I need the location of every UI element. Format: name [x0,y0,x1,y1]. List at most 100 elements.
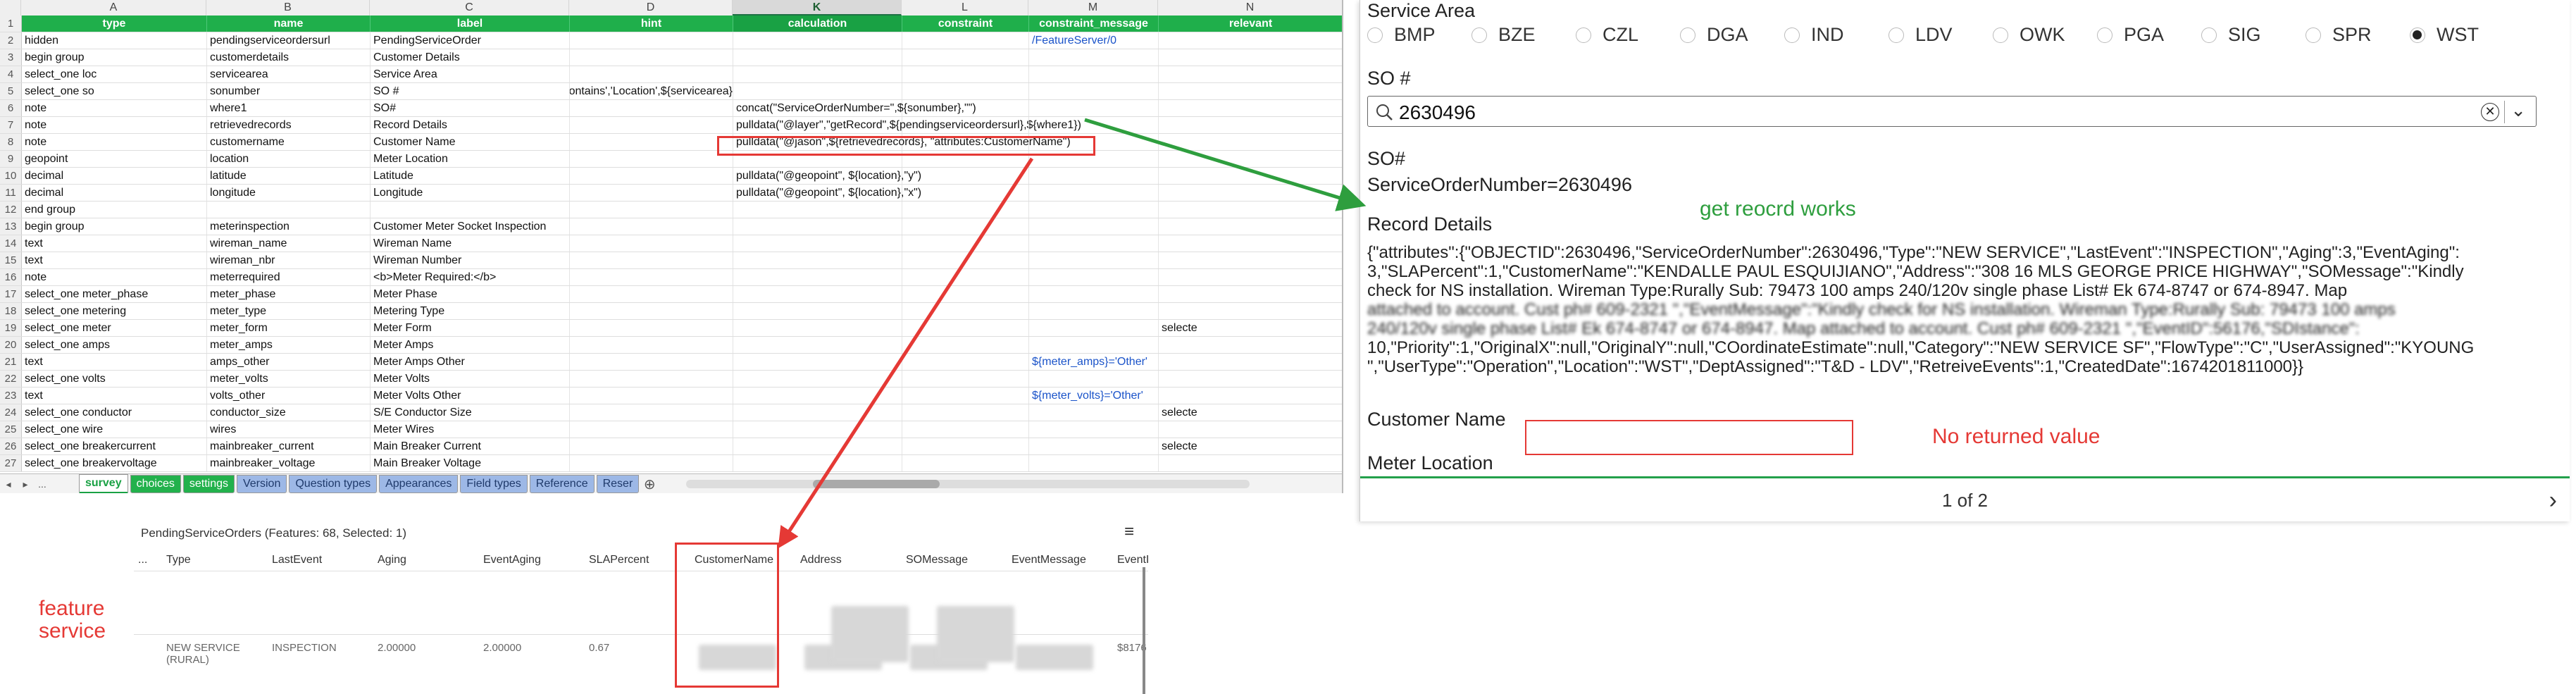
row-number[interactable]: 12 [0,202,22,218]
row-number[interactable]: 5 [0,83,22,99]
radio-circle[interactable] [1680,27,1695,43]
sheet-cell[interactable]: note [22,134,207,150]
sheet-cell[interactable] [733,421,902,438]
sheet-cell[interactable]: pulldata("@layer","getRecord",${pendings… [733,117,1081,133]
sheet-cell[interactable] [207,202,371,218]
sheet-cell[interactable]: wireman_nbr [207,252,371,268]
sheet-cell[interactable]: Meter Amps Other [371,354,570,370]
sheet-cell[interactable] [902,252,1029,268]
sheet-cell[interactable] [733,404,902,421]
sheet-cell[interactable]: Main Breaker Current [371,438,570,454]
sheet-cell[interactable] [1029,185,1159,201]
vertical-scrollbar[interactable] [1143,567,1145,694]
radio-circle[interactable] [2201,27,2217,43]
sheet-cell[interactable] [1159,134,1342,150]
sheet-cell[interactable]: SO# [371,100,570,116]
sheet-cell[interactable] [570,202,733,218]
feature-column-header[interactable]: LastEvent [268,554,373,566]
sheet-cell[interactable]: Metering Type [371,303,570,319]
sheet-cell[interactable]: pendingserviceordersurl [207,32,371,49]
sheet-cell[interactable] [570,388,733,404]
so-number-input[interactable]: 2630496 ✕ ⌄ [1367,96,2537,127]
sheet-tab[interactable]: Reference [529,475,595,493]
feature-column-header[interactable]: Type [162,554,268,566]
chevron-down-icon[interactable]: ⌄ [2510,99,2526,121]
sheet-cell[interactable]: begin group [22,218,207,235]
sheet-cell[interactable] [902,404,1029,421]
clear-icon[interactable]: ✕ [2481,103,2499,121]
radio-circle[interactable] [2306,27,2321,43]
sheet-cell[interactable] [733,32,902,49]
sheet-cell[interactable] [733,286,902,302]
sheet-cell[interactable] [1159,83,1342,99]
sheet-cell[interactable] [1159,66,1342,82]
service-area-option[interactable]: BMP [1367,24,1471,46]
sheet-cell[interactable] [570,438,733,454]
sheet-cell[interactable] [733,49,902,66]
sheet-tab[interactable]: Field types [460,475,528,493]
sheet-cell[interactable] [570,455,733,471]
sheet-cell[interactable]: Meter Location [371,151,570,167]
radio-circle[interactable] [2097,27,2113,43]
feature-column-header[interactable]: EventMessage [1007,554,1113,566]
sheet-cell[interactable]: select_one amps [22,337,207,353]
column-letter[interactable]: B [206,0,370,16]
sheet-cell[interactable] [733,388,902,404]
sheet-cell[interactable]: selecte [1159,438,1342,454]
row-number[interactable]: 18 [0,303,22,319]
sheet-cell[interactable]: select_one volts [22,371,207,387]
sheet-cell[interactable] [1029,66,1159,82]
feature-column-header[interactable]: SOMessage [902,554,1007,566]
sheet-cell[interactable]: note [22,269,207,285]
sheet-cell[interactable]: meter_type [207,303,371,319]
sheet-cell[interactable] [1159,32,1342,49]
sheet-cell[interactable] [1159,286,1342,302]
sheet-cell[interactable]: /FeatureServer/0 [1029,32,1159,49]
sheet-cell[interactable]: decimal [22,168,207,184]
sheet-cell[interactable] [570,337,733,353]
sheet-cell[interactable]: SO # [371,83,570,99]
sheet-cell[interactable] [1029,455,1159,471]
sheet-cell[interactable] [1159,303,1342,319]
service-area-option[interactable]: SIG [2201,24,2306,46]
sheet-cell[interactable]: select_one conductor [22,404,207,421]
row-number[interactable]: 9 [0,151,22,167]
service-area-option[interactable]: WST [2410,24,2514,46]
row-number[interactable]: 16 [0,269,22,285]
sheet-cell[interactable]: text [22,354,207,370]
next-sheet-icon[interactable]: ▸ [17,478,34,490]
sheet-cell[interactable] [902,371,1029,387]
sheet-cell[interactable]: mainbreaker_voltage [207,455,371,471]
sheet-cell[interactable] [1159,269,1342,285]
sheet-cell[interactable]: select_one meter [22,320,207,336]
sheet-cell[interactable]: select_one meter_phase [22,286,207,302]
feature-column-header[interactable]: ... [134,554,162,566]
sheet-cell[interactable] [1029,83,1159,99]
row-number[interactable]: 22 [0,371,22,387]
sheet-cell[interactable] [733,83,902,99]
sheet-cell[interactable]: select_one metering [22,303,207,319]
sheet-cell[interactable]: meterinspection [207,218,371,235]
sheet-cell[interactable] [733,320,902,336]
row-number[interactable]: 7 [0,117,22,133]
sheet-cell[interactable] [570,252,733,268]
column-letter[interactable]: C [370,0,569,16]
row-number[interactable]: 11 [0,185,22,201]
sheet-cell[interactable]: Customer Details [371,49,570,66]
sheet-tab[interactable]: Appearances [379,475,459,493]
sheet-cell[interactable]: conductor_size [207,404,371,421]
service-area-option[interactable]: DGA [1680,24,1784,46]
row-number[interactable]: 8 [0,134,22,150]
sheet-cell[interactable] [733,455,902,471]
sheet-cell[interactable] [902,286,1029,302]
sheet-cell[interactable]: Meter Wires [371,421,570,438]
sheet-cell[interactable]: select_one wire [22,421,207,438]
sheet-cell[interactable]: selecte [1159,320,1342,336]
sheet-cell[interactable] [1159,218,1342,235]
scrollbar-thumb[interactable] [813,480,940,488]
sheet-cell[interactable] [902,117,1029,133]
sheet-cell[interactable]: Main Breaker Voltage [371,455,570,471]
sheet-cell[interactable] [1159,151,1342,167]
header-cell[interactable]: type [22,16,207,32]
sheet-cell[interactable] [733,371,902,387]
